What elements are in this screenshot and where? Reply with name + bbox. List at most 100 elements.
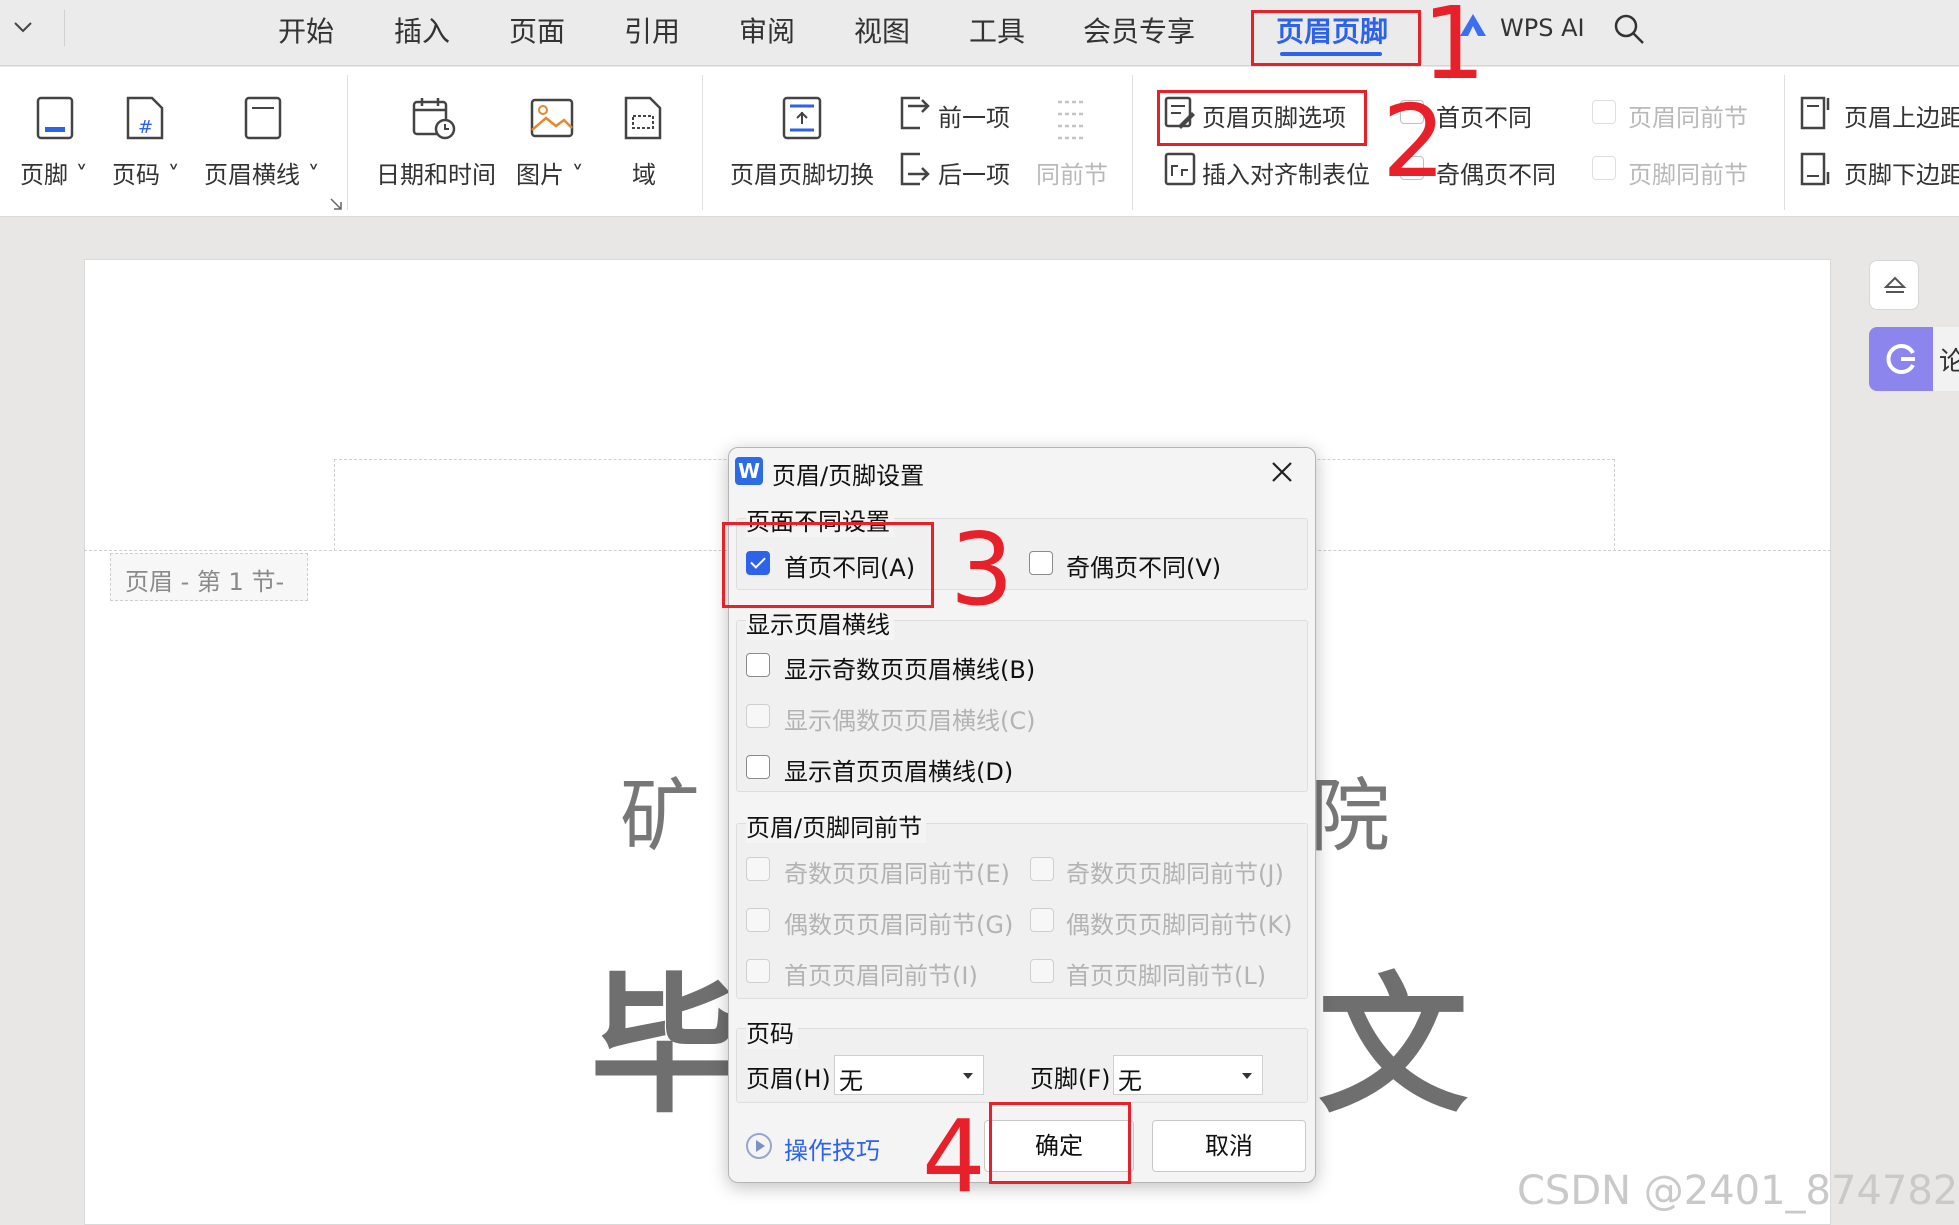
header-same-previous-checkbox[interactable] bbox=[1592, 100, 1616, 124]
tab-insert[interactable]: 插入 bbox=[394, 10, 450, 50]
next-item-icon bbox=[900, 152, 930, 186]
group-label: 页码 bbox=[746, 1014, 798, 1049]
footer-button[interactable]: 页脚 ˅ bbox=[20, 155, 88, 190]
ribbon-separator bbox=[347, 75, 348, 210]
header-line-button[interactable]: 页眉横线 ˅ bbox=[204, 155, 320, 190]
odd-even-different-label[interactable]: 奇偶页不同(V) bbox=[1066, 548, 1221, 583]
header-top-margin-icon bbox=[1800, 96, 1830, 130]
first-footer-same-checkbox[interactable] bbox=[1030, 959, 1054, 983]
group-launcher-icon[interactable] bbox=[330, 198, 342, 210]
footer-bottom-margin-icon bbox=[1800, 152, 1830, 186]
tab-view[interactable]: 视图 bbox=[854, 10, 910, 50]
annotation-number: 3 bbox=[950, 511, 1014, 628]
ai-assistant-icon bbox=[1886, 344, 1915, 374]
tab-wps-ai[interactable]: WPS AI bbox=[1500, 14, 1585, 42]
odd-even-different-checkbox[interactable] bbox=[1029, 551, 1053, 575]
calendar-clock-icon bbox=[412, 98, 456, 140]
footer-same-previous-checkbox[interactable] bbox=[1592, 156, 1616, 180]
previous-item-button[interactable]: 前一项 bbox=[938, 98, 1010, 133]
header-footer-switch-icon bbox=[782, 96, 822, 140]
ribbon bbox=[0, 67, 1959, 217]
ribbon-separator bbox=[702, 75, 703, 210]
next-item-button[interactable]: 后一项 bbox=[938, 155, 1010, 190]
picture-button[interactable]: 图片 ˅ bbox=[516, 155, 584, 190]
even-footer-same-label[interactable]: 偶数页页脚同前节(K) bbox=[1066, 905, 1292, 940]
side-panel-label[interactable]: 论 bbox=[1933, 327, 1959, 391]
annotation-number: 1 bbox=[1422, 0, 1486, 102]
eject-icon bbox=[1883, 276, 1907, 293]
doc-subtitle-char: 文 bbox=[1318, 960, 1469, 1134]
header-footer-switch-button[interactable]: 页眉页脚切换 bbox=[730, 155, 874, 190]
first-footer-same-label[interactable]: 首页页脚同前节(L) bbox=[1066, 956, 1266, 991]
annotation-number: 4 bbox=[922, 1098, 986, 1215]
header-page-number-select[interactable]: 无 bbox=[834, 1055, 984, 1095]
even-header-line-label[interactable]: 显示偶数页页眉横线(C) bbox=[784, 701, 1035, 736]
footer-bottom-margin-button[interactable]: 页脚下边距 bbox=[1844, 155, 1959, 190]
picture-icon bbox=[530, 98, 574, 138]
wps-writer-logo: W bbox=[735, 457, 763, 485]
previous-item-icon bbox=[900, 96, 930, 130]
tab-tools[interactable]: 工具 bbox=[969, 10, 1025, 50]
footer-page-number-label: 页脚(F) bbox=[1030, 1065, 1111, 1093]
same-as-previous-button[interactable]: 同前节 bbox=[1036, 155, 1108, 190]
first-page-different-label: 首页不同 bbox=[1436, 104, 1532, 132]
group-label: 显示页眉横线 bbox=[746, 605, 894, 640]
datetime-button[interactable]: 日期和时间 bbox=[376, 155, 496, 190]
header-top-margin-button[interactable]: 页眉上边距 bbox=[1844, 98, 1959, 133]
odd-header-line-checkbox[interactable] bbox=[746, 653, 770, 677]
even-footer-same-checkbox[interactable] bbox=[1030, 908, 1054, 932]
annotation-number: 2 bbox=[1382, 83, 1446, 200]
dialog-title: 页眉/页脚设置 bbox=[772, 462, 925, 490]
header-section-tag: 页眉 - 第 1 节- bbox=[110, 553, 308, 601]
same-as-previous-icon bbox=[1058, 100, 1086, 140]
field-button[interactable]: 域 bbox=[632, 155, 656, 190]
ai-writing-button[interactable] bbox=[1869, 327, 1933, 391]
tab-start[interactable]: 开始 bbox=[278, 10, 334, 50]
header-line-label: 页眉横线 bbox=[204, 161, 300, 189]
tips-link[interactable]: 操作技巧 bbox=[784, 1131, 880, 1166]
field-icon bbox=[624, 96, 662, 140]
odd-footer-same-checkbox[interactable] bbox=[1030, 857, 1054, 881]
tab-member[interactable]: 会员专享 bbox=[1083, 10, 1195, 50]
cancel-button[interactable]: 取消 bbox=[1152, 1120, 1306, 1172]
first-header-same-label[interactable]: 首页页眉同前节(I) bbox=[784, 956, 978, 991]
page-number-icon: # bbox=[126, 96, 164, 140]
insert-align-tab-button[interactable]: 插入对齐制表位 bbox=[1202, 155, 1370, 190]
annotation-box-1 bbox=[1251, 10, 1421, 66]
odd-header-line-label[interactable]: 显示奇数页页眉横线(B) bbox=[784, 650, 1035, 685]
page-number-button[interactable]: 页码 ˅ bbox=[112, 155, 180, 190]
header-same-previous-label: 页眉同前节 bbox=[1628, 104, 1748, 132]
odd-header-same-label[interactable]: 奇数页页眉同前节(E) bbox=[784, 854, 1010, 889]
chevron-down-icon[interactable] bbox=[12, 16, 34, 38]
insert-align-tab-icon bbox=[1164, 152, 1196, 186]
odd-footer-same-label[interactable]: 奇数页页脚同前节(J) bbox=[1066, 854, 1284, 889]
ribbon-separator bbox=[1132, 75, 1133, 210]
footer-label: 页脚 bbox=[20, 161, 68, 189]
first-header-line-label[interactable]: 显示首页页眉横线(D) bbox=[784, 752, 1013, 787]
first-header-same-checkbox[interactable] bbox=[746, 959, 770, 983]
even-header-same-checkbox[interactable] bbox=[746, 908, 770, 932]
watermark: CSDN @2401_87478263 bbox=[1517, 1168, 1959, 1214]
odd-even-different-label: 奇偶页不同 bbox=[1436, 161, 1556, 189]
close-icon[interactable] bbox=[1268, 458, 1296, 486]
tab-page[interactable]: 页面 bbox=[509, 10, 565, 50]
search-icon[interactable] bbox=[1612, 12, 1646, 46]
tab-review[interactable]: 审阅 bbox=[739, 10, 795, 50]
annotation-box-3 bbox=[722, 522, 934, 608]
even-header-same-label[interactable]: 偶数页页眉同前节(G) bbox=[784, 905, 1013, 940]
ribbon-separator bbox=[1784, 75, 1785, 210]
doc-subtitle-char: 毕 bbox=[590, 960, 741, 1134]
even-header-line-checkbox[interactable] bbox=[746, 704, 770, 728]
play-circle-icon[interactable] bbox=[746, 1133, 772, 1159]
collapse-button[interactable] bbox=[1869, 260, 1919, 310]
header-page-number-label: 页眉(H) bbox=[746, 1065, 831, 1093]
picture-label: 图片 bbox=[516, 161, 564, 189]
footer-page-number-select[interactable]: 无 bbox=[1113, 1055, 1263, 1095]
doc-title-char: 院 bbox=[1310, 770, 1390, 863]
header-line-icon bbox=[244, 96, 282, 140]
first-header-line-checkbox[interactable] bbox=[746, 755, 770, 779]
annotation-box-2 bbox=[1157, 90, 1367, 146]
group-label: 页眉/页脚同前节 bbox=[746, 808, 927, 843]
tab-references[interactable]: 引用 bbox=[624, 10, 680, 50]
odd-header-same-checkbox[interactable] bbox=[746, 857, 770, 881]
